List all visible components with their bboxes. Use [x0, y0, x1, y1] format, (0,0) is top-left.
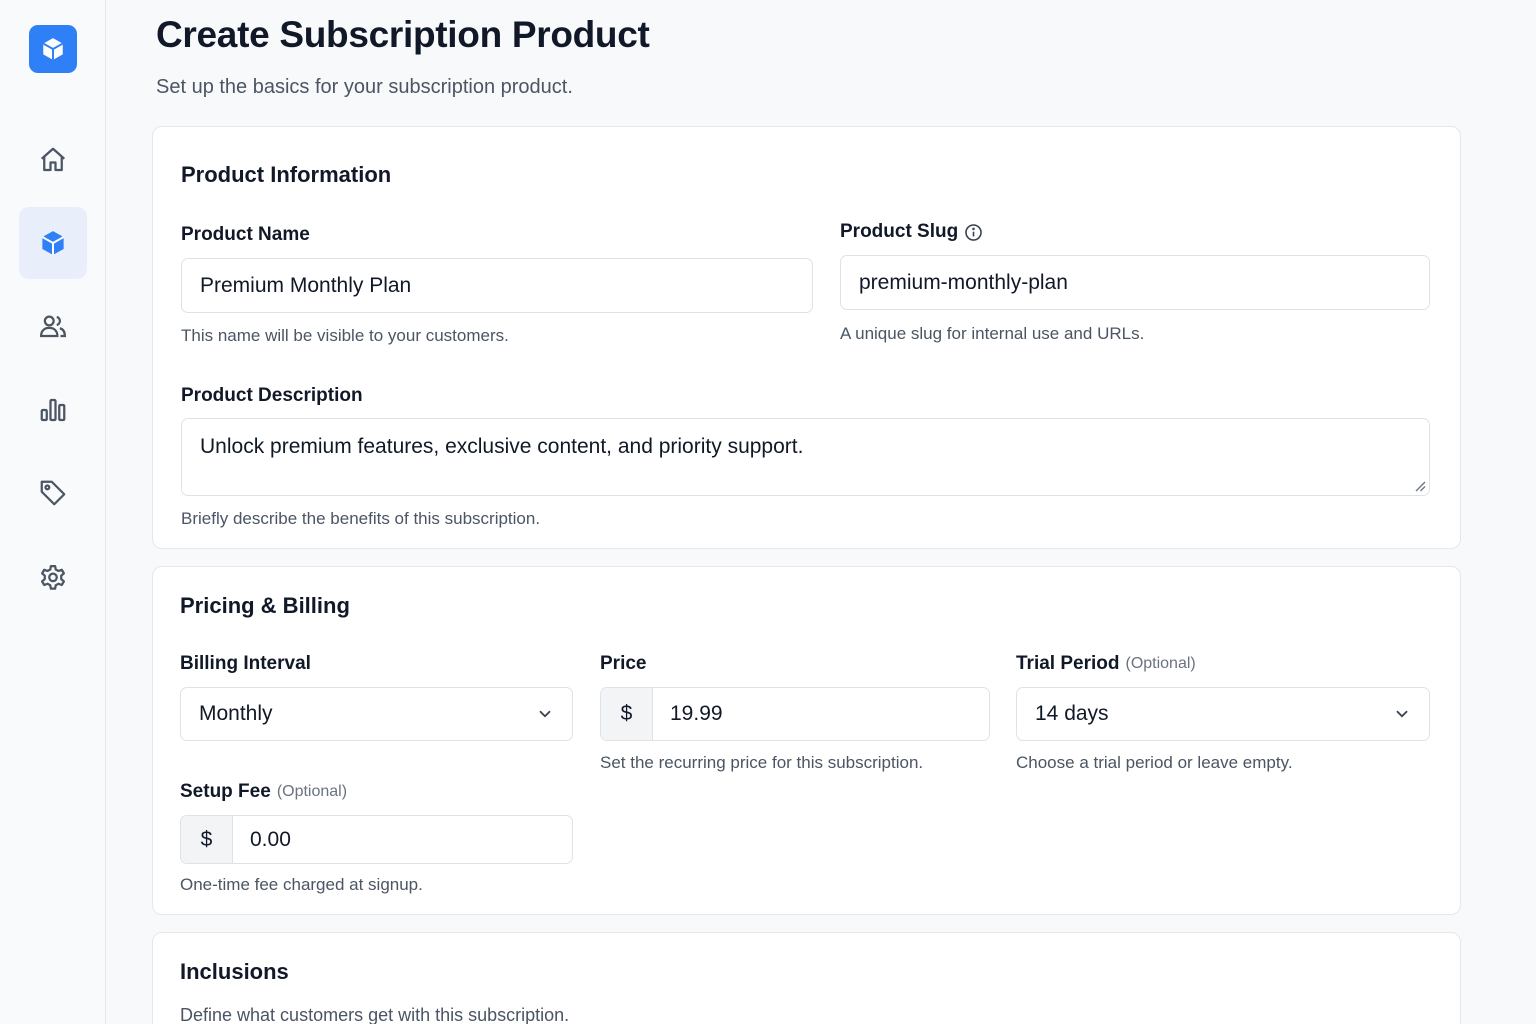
section-title-pricing-billing: Pricing & Billing [180, 593, 350, 618]
billing-interval-label: Billing Interval [180, 653, 311, 675]
product-name-label: Product Name [181, 224, 310, 246]
sidebar-item-analytics[interactable] [19, 374, 87, 446]
product-description-label-text: Product Description [181, 385, 363, 406]
product-name-input[interactable]: Premium Monthly Plan [181, 258, 813, 313]
billing-interval-select[interactable]: Monthly [180, 687, 573, 741]
product-slug-label-text: Product Slug [840, 221, 959, 242]
sidebar-item-products[interactable] [19, 207, 87, 279]
trial-period-label: Trial Period (Optional) [1016, 653, 1196, 675]
sidebar-item-customers[interactable] [19, 290, 87, 362]
section-title-product-information: Product Information [181, 162, 392, 187]
page-title: Create Subscription Product [156, 14, 650, 55]
product-description-label: Product Description [181, 385, 363, 407]
product-slug-label: Product Slug [840, 221, 983, 243]
chevron-down-icon [539, 710, 551, 718]
product-name-hint: This name will be visible to your custom… [181, 326, 509, 345]
home-icon [41, 147, 65, 172]
price-currency-prefix: $ [601, 688, 653, 740]
setup-fee-hint: One-time fee charged at signup. [180, 875, 423, 894]
box-icon [41, 231, 65, 255]
product-name-label-text: Product Name [181, 224, 310, 245]
trial-period-label-text: Trial Period [1016, 653, 1120, 674]
app-logo[interactable] [29, 25, 77, 73]
sidebar-item-coupons[interactable] [19, 457, 87, 529]
billing-interval-value: Monthly [199, 702, 273, 725]
product-description-textarea[interactable]: Unlock premium features, exclusive conte… [181, 418, 1430, 496]
price-value: 19.99 [670, 702, 723, 725]
resize-handle-icon[interactable] [1414, 480, 1426, 492]
setup-fee-input[interactable]: $ 0.00 [180, 815, 573, 864]
pricing-billing-card: Pricing & Billing Billing Interval Month… [152, 566, 1461, 915]
price-label-text: Price [600, 653, 647, 674]
gear-icon [41, 565, 65, 590]
price-input[interactable]: $ 19.99 [600, 687, 990, 741]
users-icon [39, 315, 67, 338]
product-name-value: Premium Monthly Plan [200, 273, 412, 297]
price-hint: Set the recurring price for this subscri… [600, 753, 924, 772]
setup-fee-value: 0.00 [250, 827, 291, 851]
setup-fee-label: Setup Fee (Optional) [180, 781, 347, 803]
setup-fee-optional: (Optional) [276, 783, 348, 800]
trial-period-select[interactable]: 14 days [1016, 687, 1430, 741]
box-logo-icon [42, 38, 64, 60]
sidebar [0, 0, 106, 1024]
product-information-card: Product Information Product Name Premium… [152, 126, 1461, 549]
product-slug-value: premium-monthly-plan [859, 270, 1068, 294]
setup-fee-label-text: Setup Fee [180, 781, 271, 802]
info-icon[interactable] [964, 223, 983, 242]
billing-interval-label-text: Billing Interval [180, 653, 311, 674]
product-description-value: Unlock premium features, exclusive conte… [200, 435, 804, 458]
sidebar-item-settings[interactable] [19, 542, 87, 614]
trial-period-optional: (Optional) [1125, 655, 1196, 672]
bar-chart-icon [40, 398, 66, 422]
product-slug-hint: A unique slug for internal use and URLs. [840, 324, 1145, 343]
product-slug-input[interactable]: premium-monthly-plan [840, 255, 1430, 310]
product-description-hint: Briefly describe the benefits of this su… [181, 509, 541, 528]
trial-period-value: 14 days [1035, 702, 1109, 725]
inclusions-subtitle: Define what customers get with this subs… [180, 1005, 570, 1024]
chevron-down-icon [1396, 710, 1408, 718]
sidebar-item-home[interactable] [19, 124, 87, 196]
trial-period-hint: Choose a trial period or leave empty. [1016, 753, 1293, 772]
tag-icon [40, 480, 66, 506]
main-content: Create Subscription Product Set up the b… [106, 0, 1536, 1024]
page-subtitle: Set up the basics for your subscription … [156, 76, 573, 98]
inclusions-card: Inclusions Define what customers get wit… [152, 932, 1461, 1024]
setup-fee-currency-prefix: $ [181, 816, 233, 863]
section-title-inclusions: Inclusions [180, 959, 289, 984]
price-label: Price [600, 653, 646, 675]
